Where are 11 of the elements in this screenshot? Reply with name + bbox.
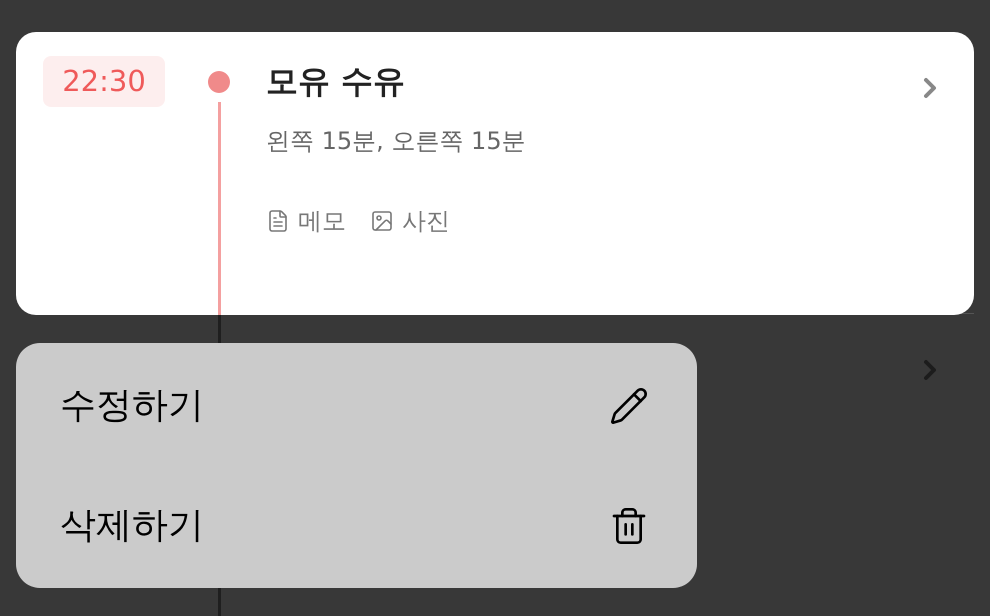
menu-item[interactable]: 삭제하기 [16, 466, 697, 586]
time-badge: 22:30 [43, 56, 165, 107]
entry-card[interactable]: 22:30 모유 수유 왼쪽 15분, 오른쪽 15분 메모 사진 [16, 32, 974, 315]
note-icon [266, 209, 290, 233]
menu-item[interactable]: 수정하기 [16, 346, 697, 466]
entry-detail: 왼쪽 15분, 오른쪽 15분 [266, 126, 527, 157]
pencil-icon [609, 386, 649, 426]
attachment-label: 사진 [402, 206, 450, 237]
entry-title: 모유 수유 [266, 61, 406, 102]
image-icon [370, 209, 394, 233]
attachment-label: 메모 [298, 206, 346, 237]
